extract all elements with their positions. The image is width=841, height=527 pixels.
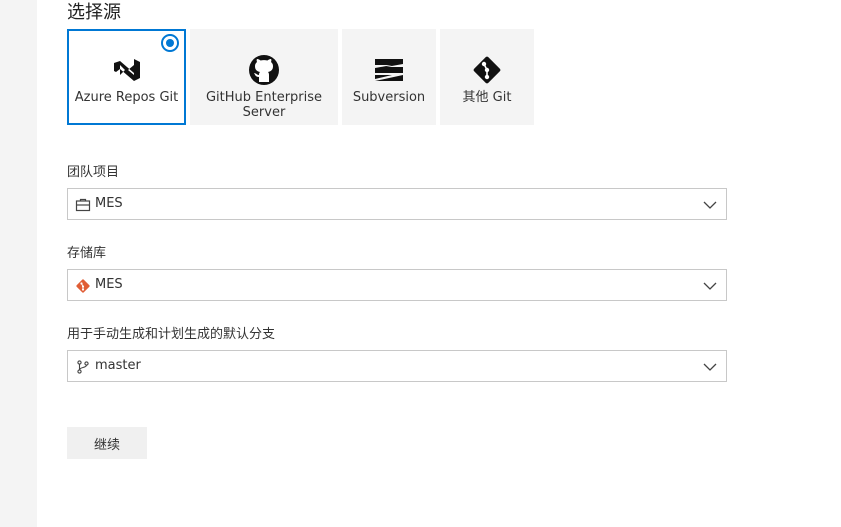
page-title: 选择源 <box>67 2 121 23</box>
chevron-down-icon <box>703 363 717 371</box>
source-label: Azure Repos Git <box>74 90 179 105</box>
git-repo-icon <box>76 279 90 293</box>
subversion-icon <box>375 59 403 81</box>
selected-radio-icon <box>161 34 179 52</box>
source-tile-subversion[interactable]: Subversion <box>342 29 436 125</box>
branch-icon <box>77 360 89 374</box>
chevron-down-icon <box>703 282 717 290</box>
github-icon <box>249 55 279 85</box>
azure-repos-icon <box>113 59 140 81</box>
repository-value: MES <box>95 277 123 292</box>
repository-dropdown[interactable]: MES <box>67 269 727 301</box>
source-tile-other-git[interactable]: 其他 Git <box>440 29 534 125</box>
repository-label: 存储库 <box>67 246 107 261</box>
default-branch-dropdown[interactable]: master <box>67 350 727 382</box>
continue-button[interactable]: 继续 <box>67 427 147 459</box>
source-label: Subversion <box>352 90 426 105</box>
project-icon <box>75 198 91 212</box>
team-project-value: MES <box>95 196 123 211</box>
team-project-label: 团队项目 <box>67 165 120 180</box>
default-branch-value: master <box>95 358 141 373</box>
source-label: 其他 Git <box>462 90 512 105</box>
chevron-down-icon <box>703 201 717 209</box>
source-label: GitHub Enterprise Server <box>205 90 323 120</box>
git-icon <box>473 56 501 84</box>
team-project-dropdown[interactable]: MES <box>67 188 727 220</box>
left-rail <box>0 0 37 527</box>
source-tile-azure-repos-git[interactable]: Azure Repos Git <box>67 29 186 125</box>
source-tile-github-enterprise[interactable]: GitHub Enterprise Server <box>190 29 338 125</box>
default-branch-label: 用于手动生成和计划生成的默认分支 <box>67 327 276 342</box>
